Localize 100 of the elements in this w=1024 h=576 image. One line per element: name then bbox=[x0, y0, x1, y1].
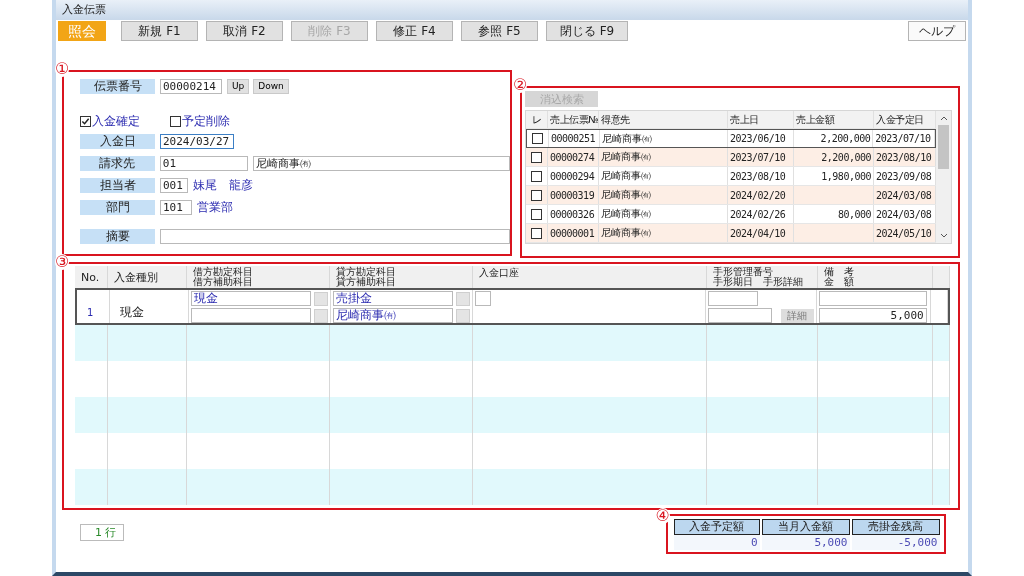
column-header: 手形管理番号 手形期日 手形詳細 bbox=[713, 267, 803, 287]
column-header: 売掛金残高 bbox=[851, 519, 940, 535]
table-cell: 00000251 bbox=[548, 130, 600, 147]
table-cell: 2023/07/10 bbox=[728, 148, 794, 166]
input-field[interactable]: 01 bbox=[159, 155, 248, 171]
table-row[interactable]: 00000319 尼崎商事㈲ 2024/02/20 2024/03/08 bbox=[526, 186, 936, 205]
table-cell: 2023/06/10 bbox=[728, 130, 794, 147]
scroll-thumb[interactable] bbox=[938, 125, 949, 169]
window-title: 入金伝票 bbox=[56, 0, 968, 20]
annotation-number: ② bbox=[513, 77, 528, 93]
input-field[interactable] bbox=[818, 291, 927, 306]
annotation-number: ③ bbox=[55, 254, 70, 270]
detail-button[interactable]: 詳細 bbox=[780, 308, 814, 323]
column-header: 入金予定額 bbox=[673, 519, 760, 535]
ellipsis-button[interactable] bbox=[313, 308, 328, 323]
field-label: 部門 bbox=[80, 199, 155, 215]
toolbar-button[interactable]: 閉じる F9 bbox=[546, 21, 628, 41]
annotation-number: ④ bbox=[655, 508, 670, 524]
column-header: No. bbox=[81, 273, 100, 283]
checkbox[interactable] bbox=[80, 115, 91, 127]
mode-badge: 照会 bbox=[58, 21, 106, 41]
input-field[interactable]: 売掛金 bbox=[332, 291, 453, 306]
table-row[interactable]: 00000274 尼崎商事㈲ 2023/07/10 2,200,000 2023/08/10 bbox=[526, 148, 936, 167]
table-cell: 尼崎商事㈲ bbox=[599, 148, 728, 166]
table-cell: 80,000 bbox=[794, 205, 874, 223]
input-field[interactable]: 101 bbox=[160, 199, 192, 215]
table-cell: 2024/04/10 bbox=[728, 224, 794, 242]
help-button[interactable]: ヘルプ bbox=[908, 21, 966, 41]
checkbox[interactable] bbox=[531, 208, 542, 220]
field-label: 摘要 bbox=[80, 228, 155, 244]
toolbar-button[interactable]: 修正 F4 bbox=[376, 21, 453, 41]
checkbox[interactable] bbox=[170, 115, 181, 127]
checkbox[interactable] bbox=[531, 151, 542, 163]
checkbox-label[interactable]: 入金確定 bbox=[92, 112, 140, 130]
table-cell: 2,200,000 bbox=[794, 148, 874, 166]
staff-name: 妹尾 龍彦 bbox=[193, 176, 253, 194]
ellipsis-button[interactable] bbox=[455, 308, 470, 323]
input-field[interactable] bbox=[707, 308, 772, 323]
toolbar-button[interactable]: 参照 F5 bbox=[461, 21, 538, 41]
input-field[interactable]: 尼崎商事㈲ bbox=[332, 308, 453, 323]
ellipsis-button[interactable] bbox=[313, 291, 328, 306]
table-cell: 00000294 bbox=[548, 167, 599, 185]
field-label: 請求先 bbox=[80, 155, 155, 171]
input-field[interactable] bbox=[474, 291, 491, 306]
checkbox[interactable] bbox=[531, 227, 542, 239]
input-field[interactable]: 00000214 bbox=[160, 78, 222, 94]
input-field[interactable] bbox=[160, 228, 510, 244]
field-label: 担当者 bbox=[80, 177, 155, 193]
table-cell: 2023/08/10 bbox=[728, 167, 794, 185]
total-value: 5,000 bbox=[761, 535, 850, 550]
table-cell: 現金 bbox=[119, 304, 144, 321]
column-header: 売上伝票№ bbox=[548, 111, 599, 128]
row-count: 1 行 bbox=[80, 524, 124, 541]
toolbar-button[interactable]: 新規 F1 bbox=[121, 21, 198, 41]
column-header: 得意先 bbox=[599, 111, 728, 128]
table-row[interactable]: 00000001 尼崎商事㈲ 2024/04/10 2024/05/10 bbox=[526, 224, 936, 243]
input-field[interactable]: 001 bbox=[160, 177, 188, 193]
field-label: 伝票番号 bbox=[80, 78, 155, 94]
table-cell: 00000319 bbox=[548, 186, 599, 204]
column-header: 備 考 金 額 bbox=[824, 267, 854, 287]
table-cell: 2,200,000 bbox=[793, 130, 874, 147]
nav-button[interactable]: Down bbox=[253, 78, 289, 94]
column-header: 入金種別 bbox=[114, 273, 158, 283]
column-header: レ bbox=[526, 111, 548, 128]
checkbox[interactable] bbox=[531, 170, 542, 182]
scrollbar[interactable] bbox=[936, 111, 951, 243]
column-header: 入金口座 bbox=[479, 268, 519, 278]
table-cell: 2024/02/26 bbox=[728, 205, 794, 223]
input-field[interactable] bbox=[707, 291, 758, 306]
annotation-number: ① bbox=[55, 61, 70, 77]
input-field[interactable]: 尼崎商事㈲ bbox=[252, 155, 510, 171]
table-cell: 尼崎商事㈲ bbox=[599, 167, 728, 185]
row-number: 1 bbox=[87, 307, 94, 318]
table-cell: 尼崎商事㈲ bbox=[599, 205, 728, 223]
column-header: 売上日 bbox=[728, 111, 794, 128]
checkbox-label[interactable]: 予定削除 bbox=[182, 112, 230, 130]
input-field[interactable]: 現金 bbox=[190, 291, 311, 306]
table-cell: 尼崎商事㈲ bbox=[599, 224, 728, 242]
table-cell: 00000001 bbox=[548, 224, 599, 242]
column-header: 売上金額 bbox=[794, 111, 874, 128]
column-header: 借方勘定科目 借方補助科目 bbox=[193, 267, 253, 287]
department-name: 営業部 bbox=[197, 198, 233, 216]
table-cell: 2024/02/20 bbox=[728, 186, 794, 204]
column-header: 貸方勘定科目 貸方補助科目 bbox=[336, 267, 396, 287]
nav-button[interactable]: Up bbox=[227, 78, 250, 94]
ellipsis-button[interactable] bbox=[455, 291, 470, 306]
table-cell: 00000274 bbox=[548, 148, 599, 166]
toolbar-button[interactable]: 取消 F2 bbox=[206, 21, 283, 41]
table-cell: 尼崎商事㈲ bbox=[599, 186, 728, 204]
field-label: 入金日 bbox=[80, 133, 155, 149]
column-header: 当月入金額 bbox=[761, 519, 850, 535]
input-field[interactable] bbox=[190, 308, 311, 323]
total-value: 0 bbox=[673, 535, 760, 550]
table-cell: 尼崎商事㈲ bbox=[599, 130, 728, 147]
checkbox[interactable] bbox=[531, 133, 543, 144]
input-field[interactable]: 5,000 bbox=[818, 308, 927, 323]
checkbox[interactable] bbox=[531, 189, 542, 201]
table-cell: 00000326 bbox=[548, 205, 599, 223]
input-field[interactable]: 2024/03/27 bbox=[160, 133, 234, 149]
table-cell: 2023/07/10 bbox=[873, 130, 935, 147]
